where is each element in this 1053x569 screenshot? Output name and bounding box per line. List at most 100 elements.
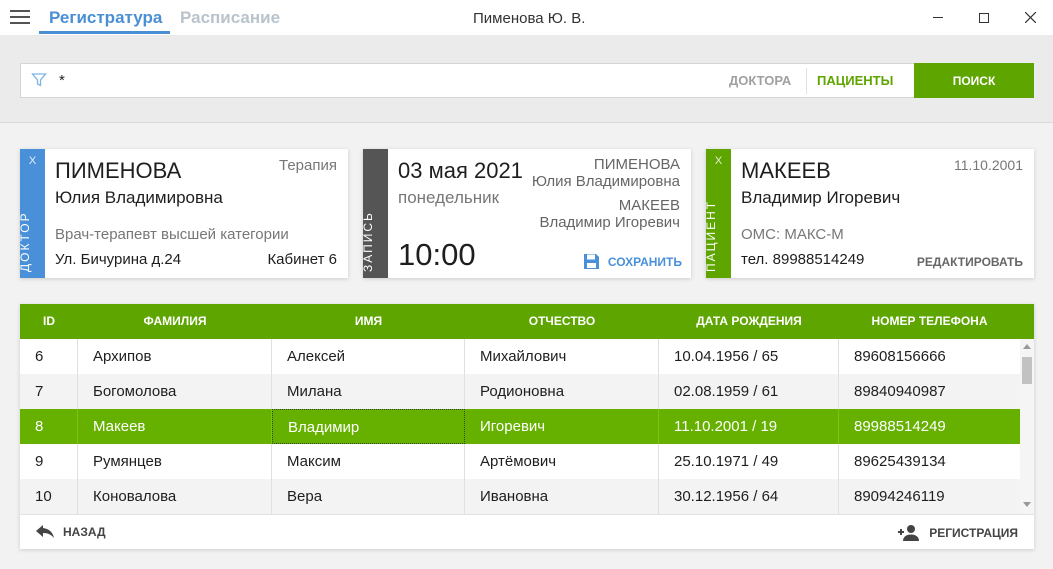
doctor-strip: X ДОКТОР: [18, 149, 45, 278]
add-person-icon: [898, 525, 920, 541]
save-icon: [583, 254, 599, 269]
edit-patient-button[interactable]: РЕДАКТИРОВАТЬ: [917, 255, 1023, 269]
doctor-specialty: Терапия: [279, 157, 337, 174]
minimize-button[interactable]: [915, 0, 961, 35]
appointment-strip: ЗАПИСЬ: [361, 149, 388, 278]
cell-phone: 89625439134: [854, 453, 946, 470]
cell-birthdate: 11.10.2001 / 19: [659, 409, 839, 444]
close-button[interactable]: [1007, 0, 1053, 35]
maximize-icon: [979, 12, 989, 23]
doctor-surname: ПИМЕНОВА: [55, 158, 182, 183]
patient-strip-label: ПАЦИЕНТ: [704, 199, 718, 272]
cell-phone: 89608156666: [854, 348, 946, 365]
cell-name: Милана: [272, 374, 465, 409]
cell-patronymic: Игоревич: [465, 409, 659, 444]
search-button[interactable]: ПОИСК: [914, 63, 1034, 98]
cell-phone: 89094246119: [854, 488, 945, 505]
back-label: НАЗАД: [63, 525, 106, 539]
title-bar: Регистратура Расписание Пименова Ю. В.: [0, 0, 1053, 35]
appointment-weekday: понедельник: [398, 188, 500, 207]
doctor-strip-label: ДОКТОР: [18, 211, 32, 272]
search-box: ДОКТОРА ПАЦИЕНТЫ ПОИСК: [20, 63, 1034, 98]
column-header-patronymic[interactable]: ОТЧЕСТВО: [465, 304, 659, 339]
tab-schedule[interactable]: Расписание: [180, 8, 280, 28]
back-arrow-icon: [36, 525, 54, 538]
maximize-button[interactable]: [961, 0, 1007, 35]
patient-phone: тел. 89988514249: [741, 251, 865, 268]
column-header-surname[interactable]: ФАМИЛИЯ: [78, 304, 272, 339]
cell-patronymic: Ивановна: [465, 479, 659, 514]
cell-patronymic: Михайлович: [465, 339, 659, 374]
save-button[interactable]: СОХРАНИТЬ: [583, 253, 682, 270]
table-header: ID ФАМИЛИЯ ИМЯ ОТЧЕСТВО ДАТА РОЖДЕНИЯ НО…: [20, 304, 1020, 339]
cell-birthdate: 30.12.1956 / 64: [659, 479, 839, 514]
cell-surname: Богомолова: [78, 374, 272, 409]
appointment-time: 10:00: [398, 237, 476, 272]
cell-birthdate: 02.08.1959 / 61: [659, 374, 839, 409]
doctor-name: Юлия Владимировна: [55, 188, 223, 207]
doctor-card: X ДОКТОР ПИМЕНОВА Терапия Юлия Владимиро…: [18, 149, 348, 278]
scroll-up-arrow-icon[interactable]: [1023, 344, 1031, 349]
cell-name: Алексей: [272, 339, 465, 374]
cell-id: 9: [20, 444, 78, 479]
cell-name: Вера: [272, 479, 465, 514]
cell-birthdate: 25.10.1971 / 49: [659, 444, 839, 479]
save-label: СОХРАНИТЬ: [607, 254, 682, 269]
appointment-doctor-name: Юлия Владимировна: [531, 173, 680, 190]
table-row-selected[interactable]: 8 Макеев Владимир Игоревич 11.10.2001 / …: [20, 409, 1020, 444]
doctor-address: Ул. Бичурина д.24: [55, 251, 182, 268]
cell-surname: Коновалова: [78, 479, 272, 514]
appointment-card: ЗАПИСЬ 03 мая 2021 понедельник 10:00 ПИМ…: [361, 149, 691, 278]
patient-card: X ПАЦИЕНТ МАКЕЕВ 11.10.2001 Владимир Иго…: [704, 149, 1034, 278]
header-scroll-filler: [1020, 304, 1034, 339]
cell-name: Максим: [272, 444, 465, 479]
cell-surname: Румянцев: [78, 444, 272, 479]
appointment-patient-name: Владимир Игоревич: [539, 214, 680, 231]
column-header-id[interactable]: ID: [20, 304, 78, 339]
column-header-phone[interactable]: НОМЕР ТЕЛЕФОНА: [839, 304, 1020, 339]
cell-id: 8: [20, 409, 78, 444]
tab-registry[interactable]: Регистратура: [49, 8, 162, 28]
table-body: 6 Архипов Алексей Михайлович 10.04.1956 …: [20, 339, 1020, 514]
table-row[interactable]: 7 Богомолова Милана Родионовна 02.08.195…: [20, 374, 1020, 409]
doctor-position: Врач-терапевт высшей категории: [55, 226, 289, 243]
cell-name-focused: Владимир: [272, 409, 465, 444]
close-icon: [1024, 12, 1036, 23]
patient-surname: МАКЕЕВ: [741, 158, 831, 183]
patient-clear-button[interactable]: X: [706, 155, 731, 167]
table-row[interactable]: 9 Румянцев Максим Артёмович 25.10.1971 /…: [20, 444, 1020, 479]
back-button[interactable]: НАЗАД: [35, 524, 106, 540]
patient-name: Владимир Игоревич: [741, 188, 901, 207]
patient-insurance: ОМС: МАКС-М: [741, 226, 844, 243]
cell-surname: Макеев: [78, 409, 272, 444]
table-footer: НАЗАД РЕГИСТРАЦИЯ: [20, 514, 1034, 549]
search-input[interactable]: [59, 64, 699, 97]
cell-id: 6: [20, 339, 78, 374]
scroll-down-arrow-icon[interactable]: [1023, 502, 1031, 507]
register-label: РЕГИСТРАЦИЯ: [929, 526, 1018, 540]
cell-id: 7: [20, 374, 78, 409]
patient-strip: X ПАЦИЕНТ: [704, 149, 731, 278]
register-button[interactable]: РЕГИСТРАЦИЯ: [897, 524, 1018, 542]
minimize-icon: [933, 17, 943, 18]
table-row[interactable]: 6 Архипов Алексей Михайлович 10.04.1956 …: [20, 339, 1020, 374]
column-header-birthdate[interactable]: ДАТА РОЖДЕНИЯ: [659, 304, 839, 339]
doctor-clear-button[interactable]: X: [20, 155, 45, 167]
segment-doctors[interactable]: ДОКТОРА: [729, 64, 791, 97]
cell-phone: 89840940987: [854, 383, 946, 400]
table-scrollbar[interactable]: [1020, 339, 1034, 514]
segment-patients[interactable]: ПАЦИЕНТЫ: [817, 64, 893, 97]
cell-patronymic: Артёмович: [465, 444, 659, 479]
table-row[interactable]: 10 Коновалова Вера Ивановна 30.12.1956 /…: [20, 479, 1020, 514]
cell-id: 10: [20, 479, 78, 514]
appointment-patient-surname: МАКЕЕВ: [618, 197, 680, 214]
scrollbar-thumb[interactable]: [1022, 357, 1032, 384]
active-tab-indicator: [39, 31, 170, 34]
column-header-name[interactable]: ИМЯ: [272, 304, 465, 339]
appointment-strip-label: ЗАПИСЬ: [361, 211, 375, 272]
appointment-doctor-surname: ПИМЕНОВА: [593, 156, 680, 173]
menu-icon[interactable]: [10, 10, 30, 26]
cell-phone: 89988514249: [854, 418, 946, 435]
cell-surname: Архипов: [78, 339, 272, 374]
window-title: Пименова Ю. В.: [473, 10, 586, 27]
